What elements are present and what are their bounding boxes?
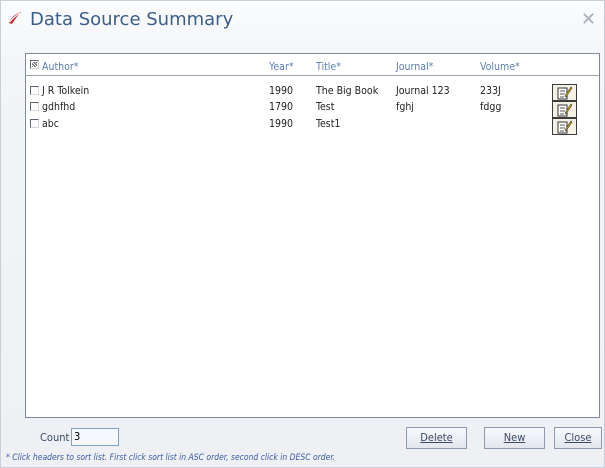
- new-button-label: New: [503, 431, 526, 444]
- row-checkbox[interactable]: [30, 86, 39, 95]
- column-header-volume[interactable]: Volume*: [480, 61, 520, 73]
- new-button[interactable]: New: [484, 427, 545, 449]
- journal-cell: Journal 123: [396, 85, 450, 97]
- title-cell: Test: [316, 101, 335, 113]
- column-header-year[interactable]: Year*: [269, 61, 294, 73]
- count-field: 3: [71, 428, 119, 446]
- year-cell: 1790: [269, 101, 294, 113]
- author-cell: gdhfhd: [42, 101, 76, 113]
- author-cell: J R Tolkein: [42, 85, 90, 97]
- row-checkbox[interactable]: [30, 102, 39, 111]
- year-cell: 1990: [269, 85, 294, 97]
- edit-button[interactable]: [552, 118, 577, 135]
- column-header-title[interactable]: Title*: [316, 61, 341, 73]
- delete-button-label: Delete: [420, 431, 453, 444]
- delete-button[interactable]: Delete: [406, 427, 467, 449]
- edit-button[interactable]: [552, 84, 577, 101]
- title-bar: Data Source Summary ✕: [1, 1, 604, 39]
- header-divider: [26, 75, 599, 76]
- data-source-summary-dialog: Data Source Summary ✕ Author* Year* Titl…: [0, 0, 605, 468]
- title-cell: The Big Book: [316, 85, 379, 97]
- column-header-author[interactable]: Author*: [42, 61, 79, 73]
- journal-cell: fghj: [396, 101, 414, 113]
- edit-note-icon: [557, 120, 573, 134]
- title-cell: Test1: [316, 118, 341, 130]
- window-title: Data Source Summary: [30, 9, 234, 30]
- edit-note-icon: [557, 103, 573, 117]
- close-button[interactable]: Close: [554, 427, 602, 449]
- edit-button[interactable]: [552, 101, 577, 118]
- author-cell: abc: [42, 118, 59, 130]
- close-button-label: Close: [564, 431, 592, 444]
- app-logo-icon: [7, 10, 23, 26]
- close-icon[interactable]: ✕: [581, 9, 596, 30]
- volume-cell: fdgg: [480, 101, 502, 113]
- count-label: Count: [40, 431, 70, 444]
- sort-hint: * Click headers to sort list. First clic…: [6, 453, 336, 463]
- volume-cell: 233J: [480, 85, 501, 97]
- year-cell: 1990: [269, 118, 294, 130]
- edit-note-icon: [557, 86, 573, 100]
- select-all-checkbox[interactable]: [30, 60, 39, 69]
- row-checkbox[interactable]: [30, 119, 39, 128]
- data-source-list: Author* Year* Title* Journal* Volume* J …: [25, 53, 600, 418]
- column-header-journal[interactable]: Journal*: [396, 61, 433, 73]
